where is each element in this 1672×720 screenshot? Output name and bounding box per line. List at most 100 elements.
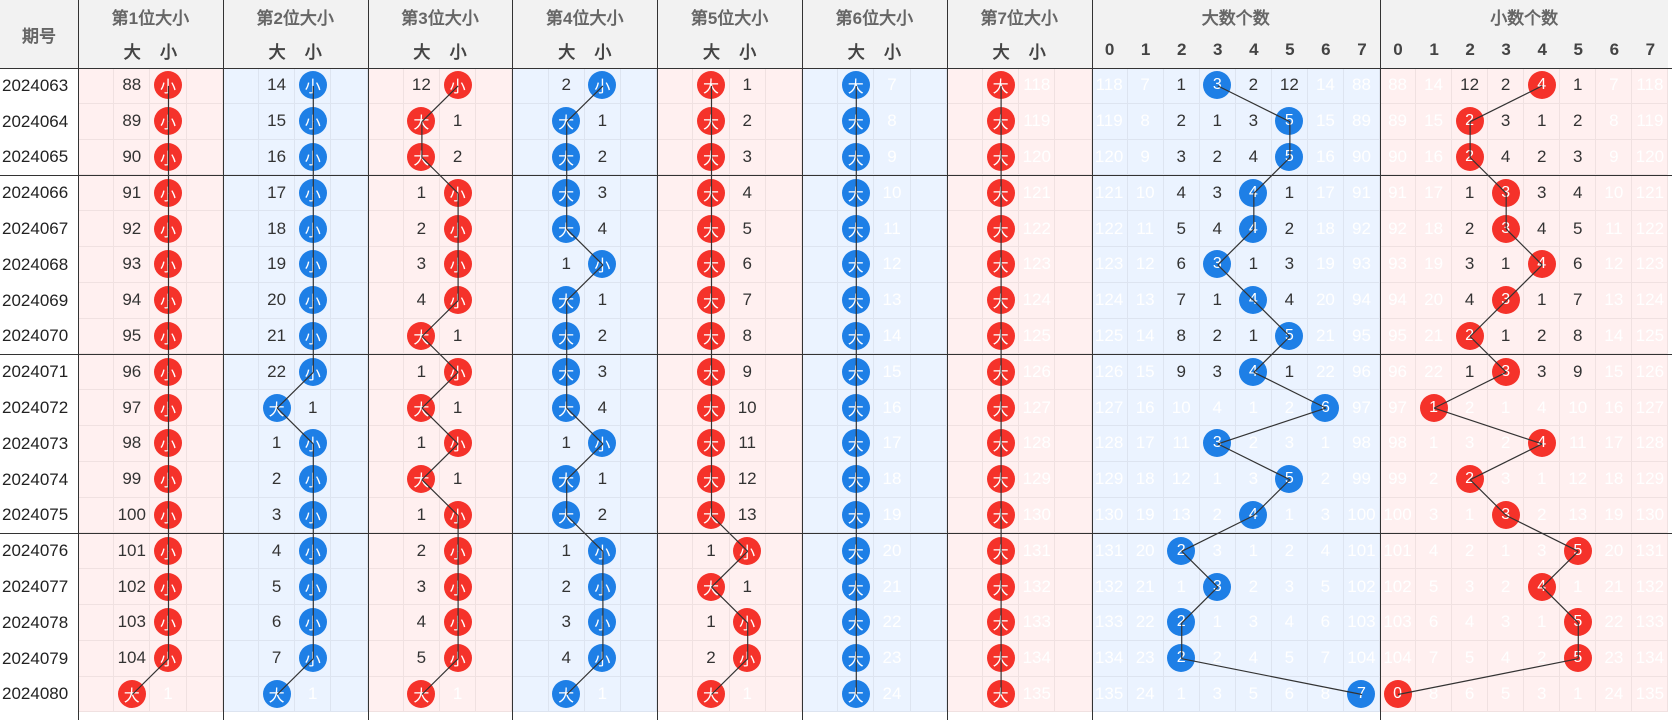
position-cell: 大 (983, 390, 1020, 426)
period-cell: 2024072 (0, 390, 78, 426)
small-ball: 小 (298, 608, 327, 637)
omission-value: 1 (1212, 290, 1222, 310)
position-cell: 大 (838, 426, 875, 462)
group-header[interactable]: 第1位大小 (78, 0, 223, 32)
count-cell: 128 (1632, 426, 1669, 462)
position-cell (512, 282, 549, 319)
group-header[interactable]: 小数个数 (1380, 0, 1669, 32)
subheader-blank (765, 32, 802, 68)
position-cell (621, 139, 658, 176)
position-cell: 小 (150, 390, 187, 426)
omission-value: 1 (308, 683, 318, 703)
period-header[interactable]: 期号 (0, 0, 78, 68)
big-ball: 大 (407, 142, 436, 171)
big-ball: 大 (552, 393, 581, 422)
count-cell: 1 (1163, 68, 1200, 104)
position-cell: 大 (693, 676, 730, 713)
big-ball: 大 (117, 679, 146, 708)
omission-value: 4 (1464, 290, 1475, 310)
position-cell (512, 175, 549, 212)
subheader-count: 7 (1343, 32, 1380, 68)
count-cell: 134 (1632, 640, 1669, 677)
position-cell: 4 (403, 282, 440, 319)
omission-value: 21 (1604, 576, 1624, 596)
count-cell: 15 (1127, 354, 1164, 391)
omission-value: 1 (597, 683, 608, 703)
omission-value: 88 (122, 75, 142, 95)
omission-value: 90 (122, 146, 142, 166)
position-cell (367, 175, 404, 212)
subheader-count: 4 (1235, 32, 1272, 68)
omission-value: 16 (1604, 397, 1624, 417)
position-cell (186, 175, 223, 212)
omission-value: 125 (1094, 325, 1124, 345)
position-cell: 大 (983, 605, 1020, 641)
position-cell: 11 (874, 211, 911, 247)
position-cell (222, 175, 259, 212)
omission-value: 132 (1094, 576, 1124, 596)
omission-value: 5 (271, 576, 282, 596)
position-cell: 小 (440, 426, 477, 462)
omission-value: 4 (1212, 397, 1222, 417)
position-cell: 4 (584, 211, 621, 247)
group-header[interactable]: 第4位大小 (512, 0, 658, 32)
position-cell (621, 390, 658, 426)
position-cell: 大 (983, 247, 1020, 283)
count-cell: 98 (1343, 426, 1380, 462)
count-cell: 2 (1271, 533, 1308, 570)
position-cell (657, 640, 694, 677)
omission-value: 91 (1352, 182, 1371, 202)
omission-value: 129 (1022, 469, 1051, 489)
omission-value: 14 (1424, 75, 1444, 95)
position-cell (367, 640, 404, 677)
omission-value: 119 (1636, 111, 1664, 131)
group-header[interactable]: 第2位大小 (222, 0, 368, 32)
group-header[interactable]: 第5位大小 (657, 0, 802, 32)
count-cell: 2 (1416, 461, 1453, 498)
omission-value: 2 (1248, 433, 1259, 453)
count-cell: 92 (1343, 211, 1380, 247)
count-cell: 2 (1271, 211, 1308, 247)
omission-value: 3 (1536, 540, 1547, 560)
position-cell: 小 (584, 247, 621, 283)
group-header[interactable]: 大数个数 (1091, 0, 1380, 32)
position-cell: 小 (295, 605, 332, 641)
omission-value: 88 (1352, 75, 1371, 95)
big-ball: 大 (696, 393, 725, 422)
position-cell (1055, 103, 1092, 140)
count-cell: 5 (1271, 461, 1308, 498)
count-cell: 2 (1488, 569, 1525, 605)
count-cell: 6 (1416, 605, 1453, 641)
subheader-count: 6 (1596, 32, 1633, 68)
count-cell: 20 (1307, 282, 1344, 319)
position-cell: 1 (729, 676, 766, 713)
position-cell (802, 318, 839, 355)
count-cell: 3 (1488, 103, 1525, 140)
count-cell: 23 (1127, 640, 1164, 677)
omission-value: 11 (1604, 218, 1623, 238)
omission-value: 2 (1248, 75, 1259, 95)
count-cell: 19 (1596, 497, 1633, 534)
position-cell: 1 (259, 426, 296, 462)
position-cell (765, 390, 802, 426)
position-cell (657, 390, 694, 426)
group-header[interactable]: 第7位大小 (946, 0, 1092, 32)
position-cell (910, 605, 947, 641)
omission-value: 126 (1094, 361, 1124, 381)
omission-value: 1 (1176, 683, 1186, 703)
subheader-blank (946, 32, 983, 68)
omission-value: 1 (1284, 361, 1295, 381)
group-header[interactable]: 第6位大小 (802, 0, 947, 32)
group-header[interactable]: 第3位大小 (367, 0, 513, 32)
count-cell: 6 (1307, 390, 1344, 426)
omission-value: 1 (1248, 540, 1259, 560)
big-ball: 大 (262, 679, 291, 708)
omission-value: 90 (1352, 146, 1371, 166)
count-cell: 5 (1271, 139, 1308, 176)
position-cell (512, 103, 549, 140)
omission-value: 101 (1383, 540, 1412, 560)
position-cell (765, 569, 802, 605)
omission-value: 120 (1635, 146, 1665, 166)
position-cell (78, 569, 115, 605)
count-cell: 5 (1560, 640, 1597, 677)
